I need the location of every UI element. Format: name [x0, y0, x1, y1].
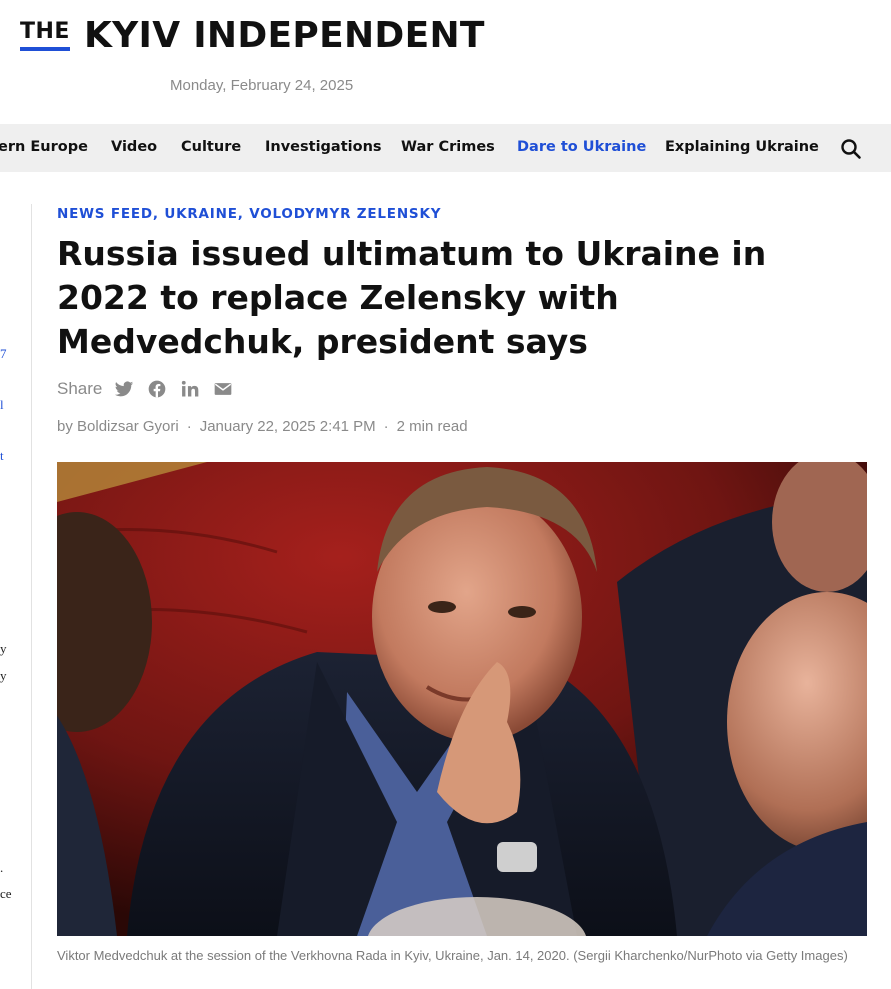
byline-date: January 22, 2025 2:41 PM	[199, 418, 376, 435]
logo-the: THE	[20, 21, 70, 51]
tag-ukraine[interactable]: UKRAINE	[164, 206, 237, 222]
byline-separator: ·	[186, 418, 192, 435]
logo-name: KYIV INDEPENDENT	[83, 15, 485, 56]
sidebar-fragment[interactable]: 7	[0, 346, 7, 362]
byline-read-time: 2 min read	[396, 418, 468, 435]
twitter-icon[interactable]	[114, 379, 134, 399]
article-hero-image	[57, 462, 867, 936]
hero-photo-illustration	[57, 462, 867, 936]
current-date: Monday, February 24, 2025	[170, 77, 354, 94]
site-logo[interactable]: THE KYIV INDEPENDENT	[20, 14, 485, 58]
share-label: Share	[57, 379, 103, 398]
byline-author[interactable]: by Boldizsar Gyori	[57, 418, 179, 435]
sidebar-fragment: y	[0, 668, 7, 683]
article-byline: by Boldizsar Gyori · January 22, 2025 2:41…	[57, 418, 468, 435]
share-bar: Share	[57, 378, 246, 400]
sidebar-divider	[31, 204, 32, 989]
sidebar-fragment: y	[0, 641, 7, 656]
tag-volodymyr-zelensky[interactable]: VOLODYMYR ZELENSKY	[249, 206, 441, 222]
linkedin-icon[interactable]	[180, 379, 200, 399]
sidebar-fragment[interactable]: t	[0, 448, 4, 464]
article-tags: NEWS FEED, UKRAINE, VOLODYMYR ZELENSKY	[57, 206, 442, 222]
byline-separator: ·	[383, 418, 389, 435]
main-nav: ern Europe Video Culture Investigations …	[0, 124, 891, 172]
nav-item-explaining-ukraine[interactable]: Explaining Ukraine	[665, 139, 819, 155]
nav-item-war-crimes[interactable]: War Crimes	[401, 139, 495, 155]
nav-item-eastern-europe[interactable]: ern Europe	[0, 139, 88, 155]
sidebar-fragment[interactable]: l	[0, 397, 4, 413]
tag-news-feed[interactable]: NEWS FEED	[57, 206, 153, 222]
image-caption: Viktor Medvedchuk at the session of the …	[57, 948, 848, 963]
nav-item-video[interactable]: Video	[111, 139, 157, 155]
sidebar-fragment: .	[0, 860, 4, 875]
facebook-icon[interactable]	[147, 379, 167, 399]
nav-item-investigations[interactable]: Investigations	[265, 139, 382, 155]
article-headline: Russia issued ultimatum to Ukraine in 20…	[57, 234, 767, 361]
nav-item-dare-to-ukraine[interactable]: Dare to Ukraine	[517, 139, 646, 155]
search-icon[interactable]	[840, 138, 862, 160]
sidebar-fragment: ce	[0, 886, 12, 901]
email-icon[interactable]	[213, 379, 233, 399]
nav-item-culture[interactable]: Culture	[181, 139, 241, 155]
